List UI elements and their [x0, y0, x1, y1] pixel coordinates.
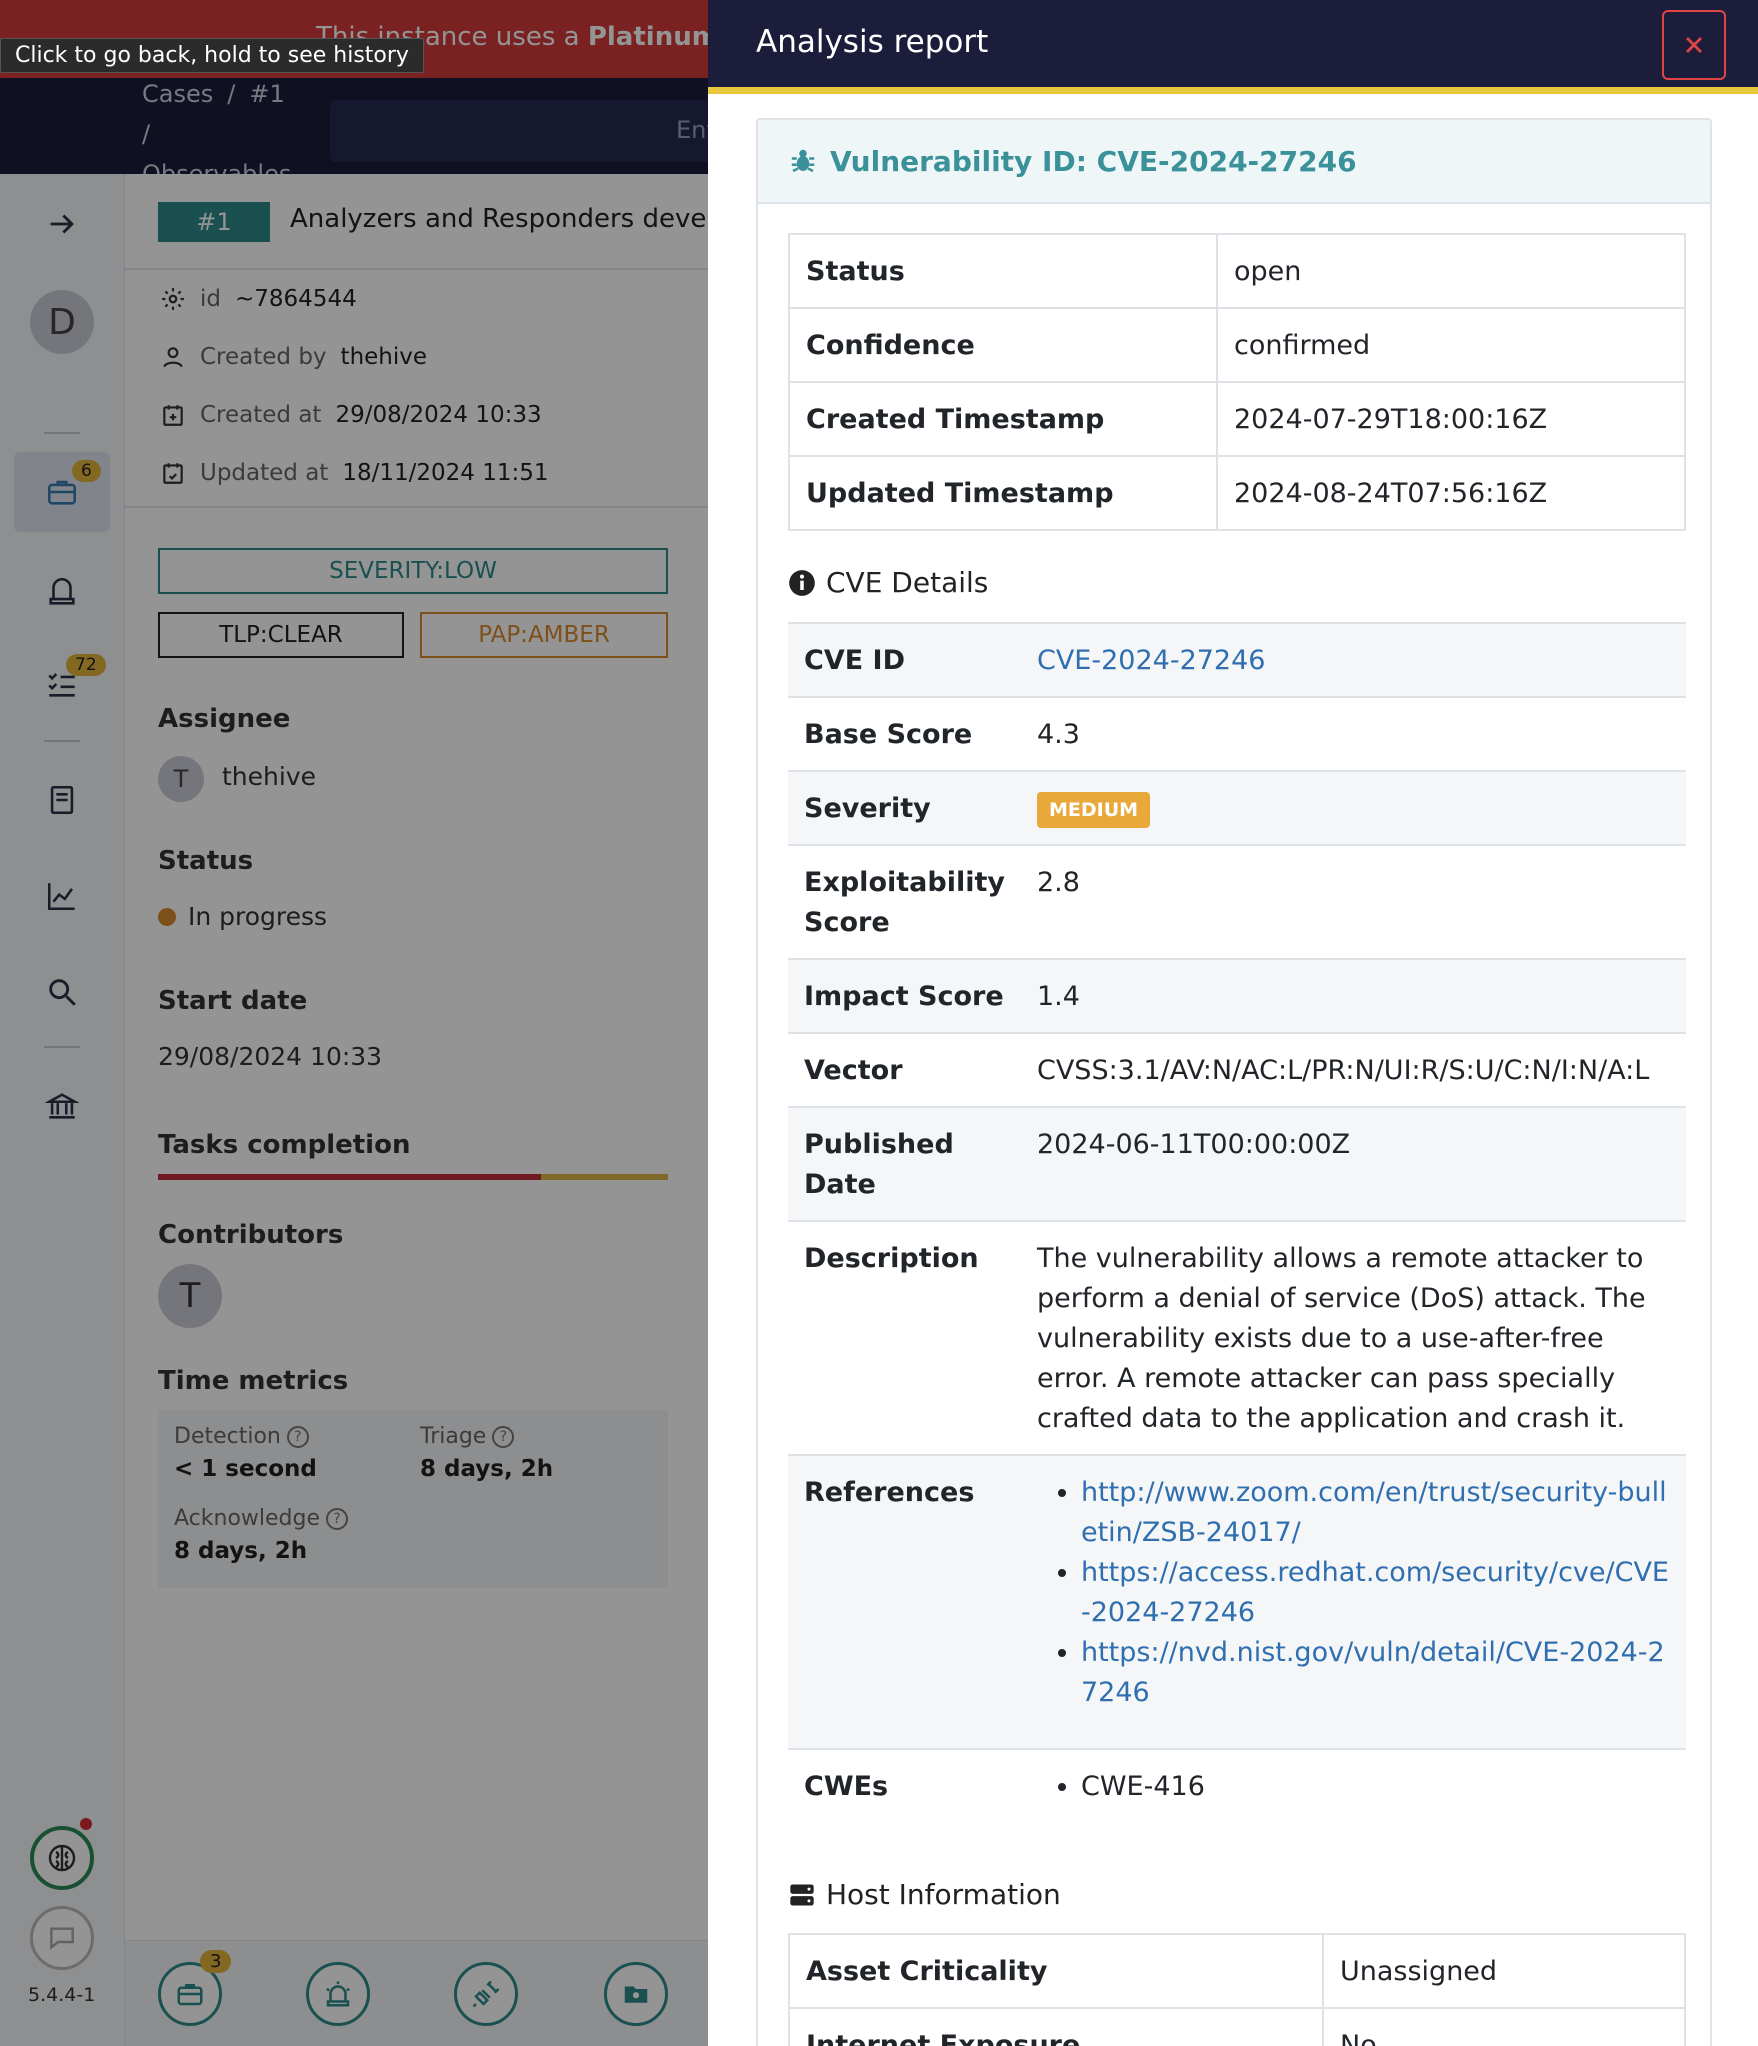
exploitability-label: Exploitability Score: [788, 844, 1021, 959]
back-button-tooltip: Click to go back, hold to see history: [0, 38, 424, 73]
table-row: CWEs CWE-416: [788, 1748, 1686, 1849]
host-information-heading: Host Information: [788, 1878, 1061, 1911]
table-row: Updated Timestamp 2024-08-24T07:56:16Z: [788, 455, 1686, 531]
host-information-table: Asset Criticality Unassigned Internet Exp…: [788, 1933, 1686, 2046]
base-score-value: 4.3: [1020, 696, 1686, 771]
reference-link[interactable]: http://www.zoom.com/en/trust/security-bu…: [1081, 1477, 1667, 1548]
host-value: No: [1322, 2007, 1686, 2046]
reference-link[interactable]: https://access.redhat.com/security/cve/C…: [1081, 1557, 1669, 1628]
vector-value: CVSS:3.1/AV:N/AC:L/PR:N/UI:R/S:U/C:N/I:N…: [1020, 1032, 1686, 1107]
table-row: Impact Score 1.4: [788, 958, 1686, 1033]
impact-value: 1.4: [1020, 958, 1686, 1033]
server-icon: [790, 1884, 814, 1905]
drawer-header: Analysis report: [708, 0, 1758, 94]
drawer-title: Analysis report: [756, 24, 989, 60]
severity-label: Severity: [788, 770, 1021, 845]
bug-icon: [791, 149, 815, 173]
list-item: CWE-416: [1081, 1767, 1670, 1807]
close-button[interactable]: [1662, 10, 1726, 80]
table-row: References http://www.zoom.com/en/trust/…: [788, 1454, 1686, 1749]
list-item: http://www.zoom.com/en/trust/security-bu…: [1081, 1473, 1670, 1553]
cwes-label: CWEs: [788, 1748, 1021, 1849]
list-item: https://access.redhat.com/security/cve/C…: [1081, 1553, 1670, 1633]
table-row: CVE ID CVE-2024-27246: [788, 622, 1686, 697]
exploitability-value: 2.8: [1020, 844, 1686, 959]
table-row: Vector CVSS:3.1/AV:N/AC:L/PR:N/UI:R/S:U/C…: [788, 1032, 1686, 1107]
summary-key: Confidence: [788, 307, 1218, 383]
table-row: Published Date 2024-06-11T00:00:00Z: [788, 1106, 1686, 1221]
host-value: Unassigned: [1322, 1933, 1686, 2009]
table-row: Exploitability Score 2.8: [788, 844, 1686, 959]
summary-value: confirmed: [1216, 307, 1686, 383]
info-icon: [789, 569, 815, 596]
summary-table: Status open Confidence confirmed Created T…: [788, 233, 1686, 531]
vulnerability-heading: Vulnerability ID: CVE-2024-27246: [758, 120, 1710, 204]
list-item: https://nvd.nist.gov/vuln/detail/CVE-202…: [1081, 1633, 1670, 1713]
host-key: Asset Criticality: [788, 1933, 1324, 2009]
cwes-list: CWE-416: [1021, 1767, 1670, 1807]
description-label: Description: [788, 1220, 1021, 1455]
close-icon: [1686, 37, 1702, 53]
table-row: Severity MEDIUM: [788, 770, 1686, 845]
table-row: Asset Criticality Unassigned: [788, 1933, 1686, 2009]
published-label: Published Date: [788, 1106, 1021, 1221]
table-row: Base Score 4.3: [788, 696, 1686, 771]
references-list: http://www.zoom.com/en/trust/security-bu…: [1021, 1473, 1670, 1713]
cve-id-link[interactable]: CVE-2024-27246: [1037, 645, 1265, 676]
host-key: Internet Exposure: [788, 2007, 1324, 2046]
summary-key: Updated Timestamp: [788, 455, 1218, 531]
summary-key: Created Timestamp: [788, 381, 1218, 457]
table-row: Created Timestamp 2024-07-29T18:00:16Z: [788, 381, 1686, 457]
table-row: Internet Exposure No: [788, 2007, 1686, 2046]
cve-details-table: CVE ID CVE-2024-27246 Base Score 4.3 Sever…: [788, 622, 1686, 1849]
description-value: The vulnerability allows a remote attack…: [1020, 1220, 1686, 1455]
table-row: Status open: [788, 233, 1686, 309]
summary-key: Status: [788, 233, 1218, 309]
summary-value: 2024-07-29T18:00:16Z: [1216, 381, 1686, 457]
published-value: 2024-06-11T00:00:00Z: [1020, 1106, 1686, 1221]
table-row: Confidence confirmed: [788, 307, 1686, 383]
reference-link[interactable]: https://nvd.nist.gov/vuln/detail/CVE-202…: [1081, 1637, 1665, 1708]
table-row: Description The vulnerability allows a re…: [788, 1220, 1686, 1455]
vector-label: Vector: [788, 1032, 1021, 1107]
severity-badge: MEDIUM: [1036, 791, 1151, 828]
references-label: References: [788, 1454, 1021, 1749]
summary-value: open: [1216, 233, 1686, 309]
cve-id-label: CVE ID: [788, 622, 1021, 697]
cve-details-heading: CVE Details: [788, 566, 988, 599]
base-score-label: Base Score: [788, 696, 1021, 771]
impact-label: Impact Score: [788, 958, 1021, 1033]
summary-value: 2024-08-24T07:56:16Z: [1216, 455, 1686, 531]
